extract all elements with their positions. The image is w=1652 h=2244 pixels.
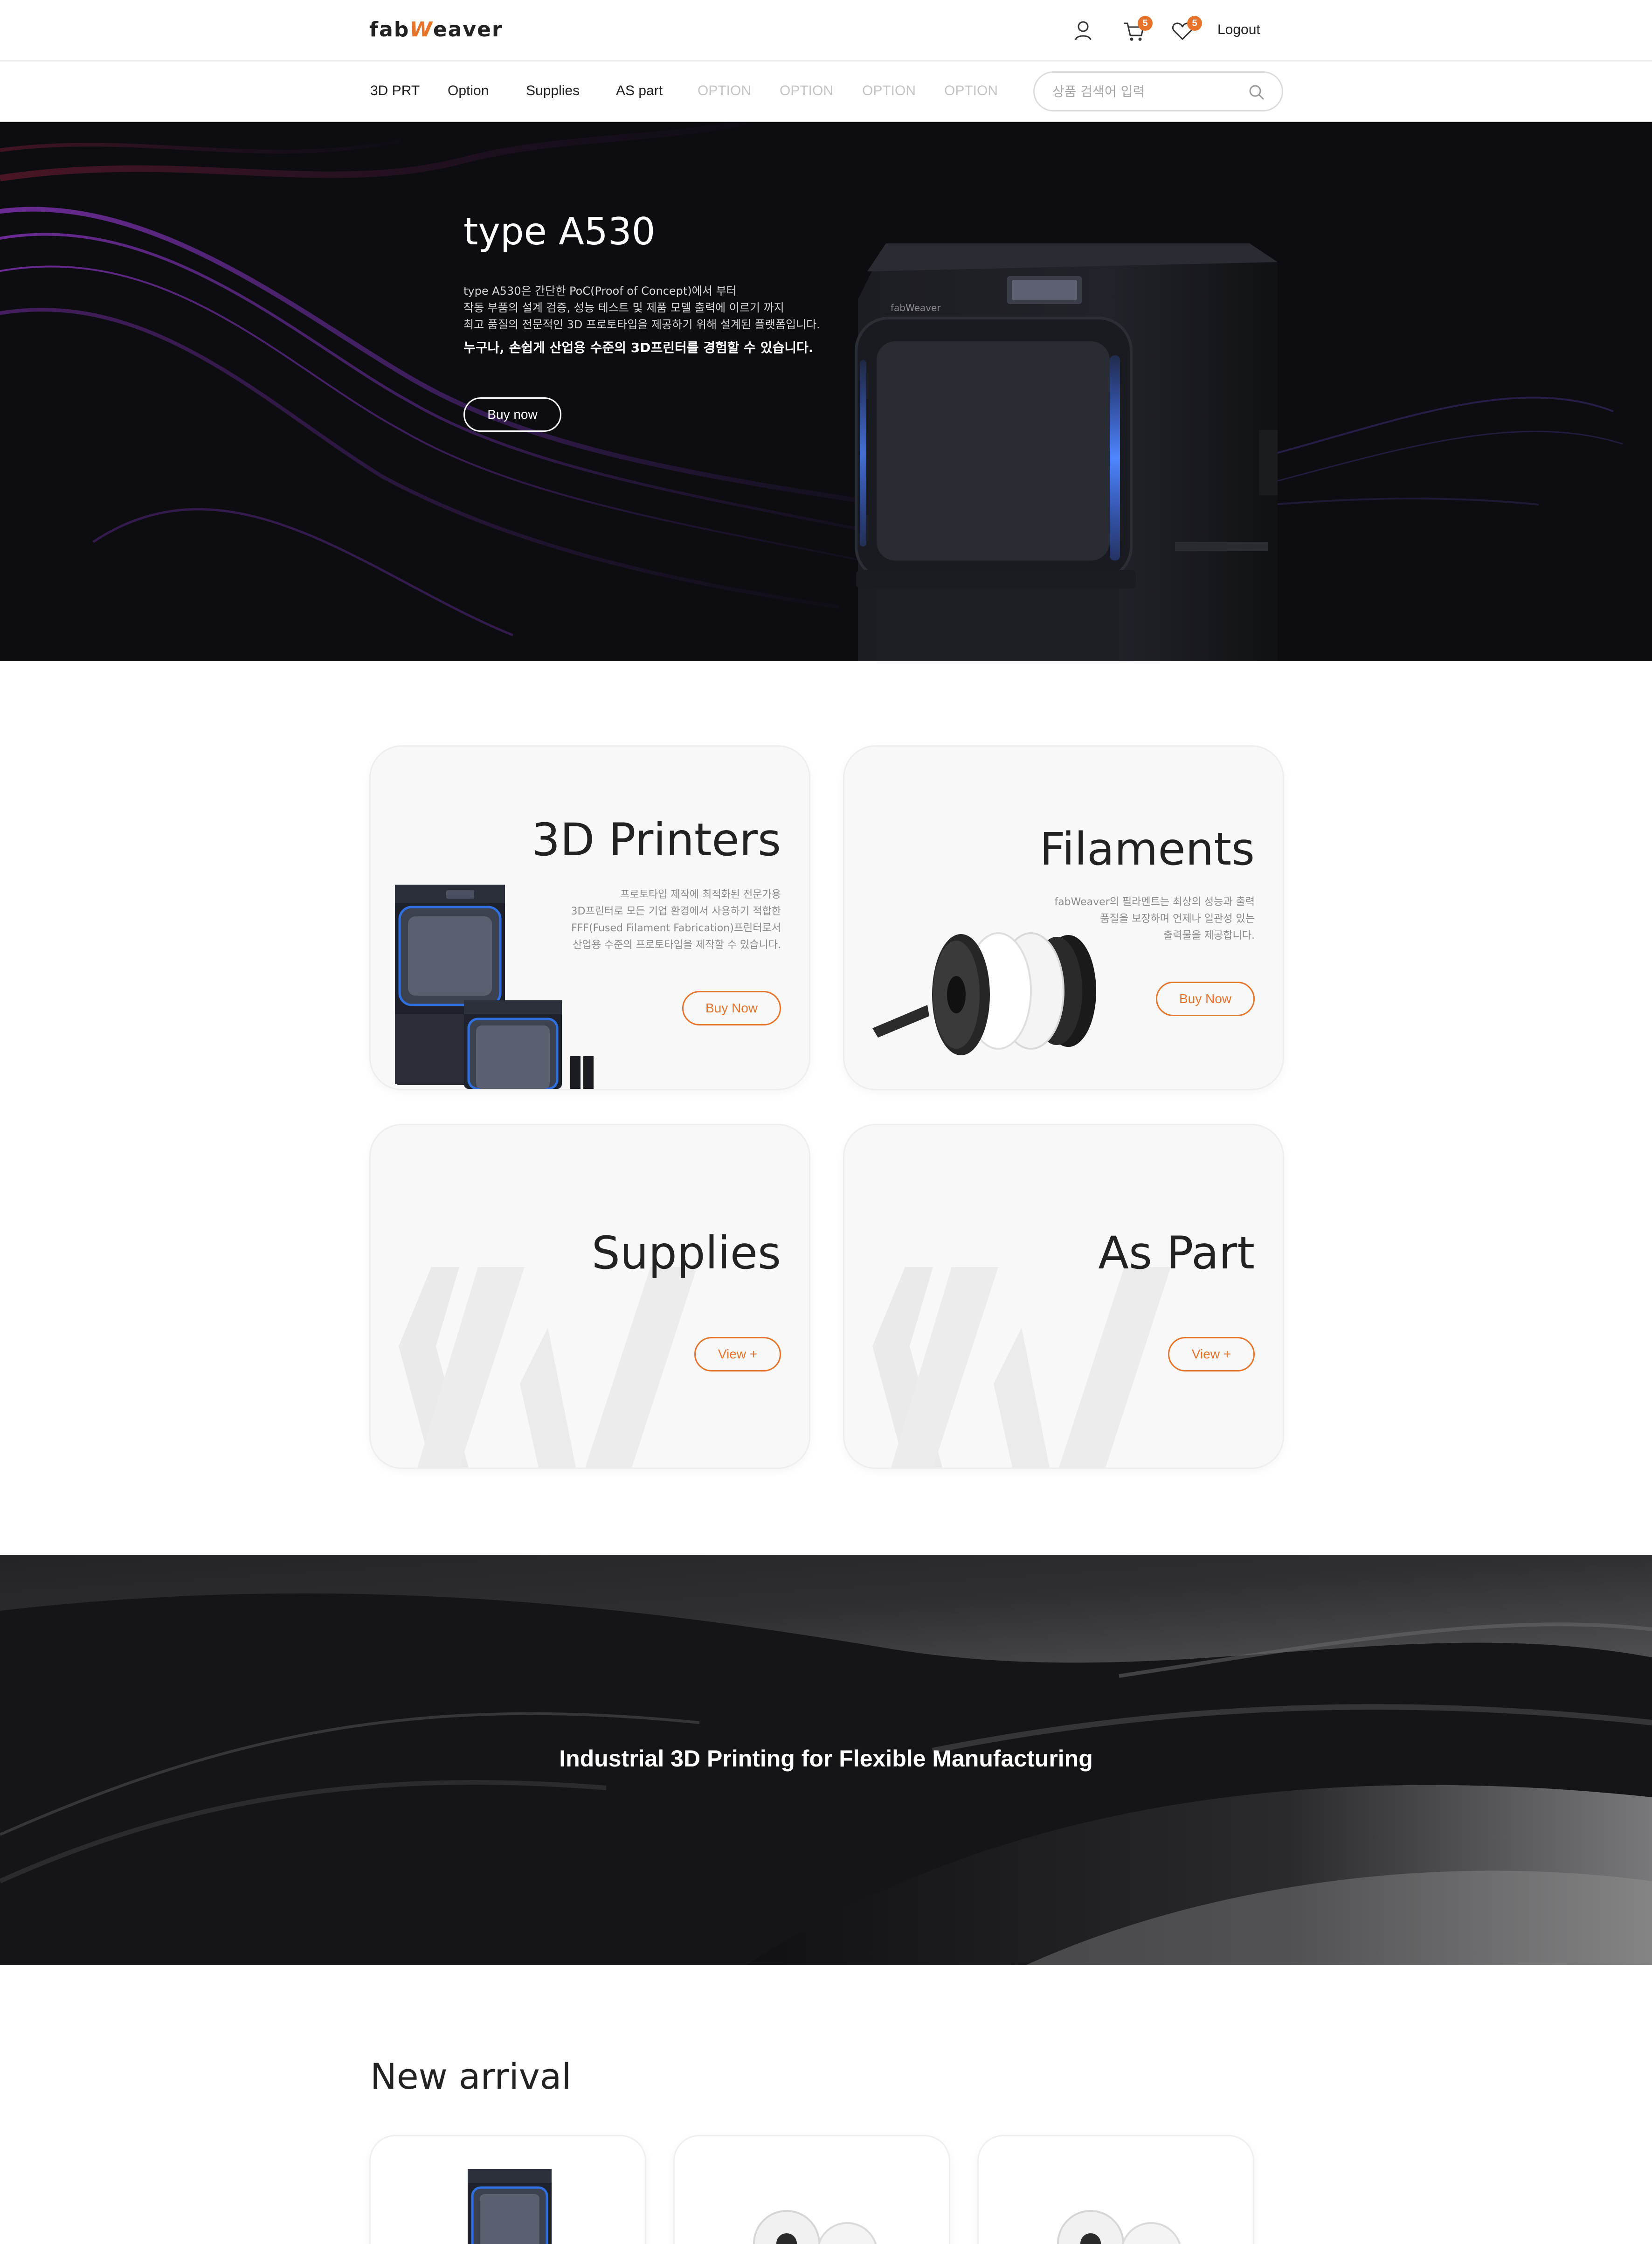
buy-now-button[interactable]: Buy Now — [682, 991, 781, 1025]
new-arrival-card[interactable] — [369, 2135, 646, 2244]
view-more-button[interactable]: View + — [1168, 1337, 1255, 1371]
nav-item-3d-prt[interactable]: 3D PRT — [370, 83, 420, 99]
fabweaver-logo[interactable]: fabWeaver — [369, 18, 503, 42]
hero-title: type A530 — [463, 210, 656, 253]
svg-text:fabWeaver: fabWeaver — [891, 302, 941, 313]
card-desc-line: 품질을 보장하며 언제나 일관성 있는 — [1100, 913, 1255, 925]
nav-item-option-placeholder[interactable]: OPTION — [944, 83, 998, 99]
industrial-banner: Industrial 3D Printing for Flexible Manu… — [0, 1555, 1652, 1965]
logout-link[interactable]: Logout — [1217, 22, 1260, 38]
new-arrival-card[interactable] — [977, 2135, 1254, 2244]
buy-now-button[interactable]: Buy Now — [1156, 982, 1255, 1016]
card-title: As Part — [1098, 1227, 1255, 1279]
product-thumbnail-filament — [1057, 2210, 1181, 2244]
wishlist-count-badge: 5 — [1187, 16, 1202, 31]
cart-count-badge: 5 — [1138, 16, 1153, 31]
nav-item-as-part[interactable]: AS part — [616, 83, 663, 99]
hero-background-art: fabWeaver — [0, 122, 1623, 661]
card-description: fabWeaver의 필라멘트는 최상의 성능과 출력 품질을 보장하며 언제나… — [1012, 894, 1255, 944]
hero-desc-line: type A530은 간단한 PoC(Proof of Concept)에서 부… — [463, 284, 737, 298]
category-card-3d-printers[interactable]: 3D Printers 프로토타입 제작에 최적화된 전문가용 3D프린터로 모… — [369, 745, 810, 1090]
card-title: Filaments — [1039, 823, 1255, 875]
logo-text-fab: fab — [369, 18, 410, 42]
logo-text-eaver: eaver — [433, 18, 503, 42]
card-desc-line: FFF(Fused Filament Fabrication)프린터로서 — [571, 922, 781, 934]
card-desc-line: 프로토타입 제작에 최적화된 전문가용 — [620, 889, 781, 900]
new-arrival-title: New arrival — [370, 2056, 572, 2097]
product-thumbnail-printer — [468, 2169, 552, 2244]
printer-illustration: fabWeaver — [855, 243, 1278, 661]
category-card-filaments[interactable]: Filaments fabWeaver의 필라멘트는 최상의 성능과 출력 품질… — [843, 745, 1284, 1090]
nav-item-option[interactable]: Option — [448, 83, 489, 99]
hero-tagline: 누구나, 손쉽게 산업용 수준의 3D프린터를 경험할 수 있습니다. — [463, 340, 814, 355]
card-description: 프로토타입 제작에 최적화된 전문가용 3D프린터로 모든 기업 환경에서 사용… — [539, 887, 781, 954]
category-card-as-part[interactable]: As Part View + — [843, 1124, 1284, 1469]
buy-now-button[interactable]: Buy now — [463, 397, 561, 432]
nav-item-option-placeholder[interactable]: OPTION — [862, 83, 916, 99]
card-desc-line: 출력물을 제공합니다. — [1163, 930, 1255, 942]
card-desc-line: 산업용 수준의 프로토타입을 제작할 수 있습니다. — [573, 939, 781, 951]
brand-w-watermark — [399, 1267, 697, 1468]
brand-w-watermark — [872, 1267, 1171, 1468]
new-arrival-card[interactable] — [673, 2135, 950, 2244]
product-thumbnail-filament — [753, 2210, 877, 2244]
search-box — [1033, 71, 1283, 111]
card-title: Supplies — [591, 1227, 781, 1279]
main-nav: 3D PRT Option Supplies AS part OPTION OP… — [0, 62, 1652, 122]
top-header: fabWeaver 5 5 Logout — [0, 0, 1652, 62]
hero-desc-line: 최고 품질의 전문적인 3D 프로토타입을 제공하기 위해 설계된 플랫폼입니다… — [463, 318, 820, 331]
card-title: 3D Printers — [532, 814, 781, 866]
search-icon[interactable] — [1247, 83, 1266, 102]
logo-text-w: W — [409, 18, 433, 42]
nav-item-option-placeholder[interactable]: OPTION — [780, 83, 833, 99]
view-more-button[interactable]: View + — [694, 1337, 781, 1371]
user-icon[interactable] — [1070, 18, 1096, 44]
card-desc-line: 3D프린터로 모든 기업 환경에서 사용하기 적합한 — [571, 906, 781, 917]
nav-item-option-placeholder[interactable]: OPTION — [698, 83, 751, 99]
hero-desc-line: 작동 부품의 설계 검증, 성능 테스트 및 제품 모델 출력에 이르기 까지 — [463, 301, 784, 314]
category-card-supplies[interactable]: Supplies View + — [369, 1124, 810, 1469]
hero-banner: fabWeaver type A530 type A530은 간단한 PoC(P… — [0, 122, 1652, 661]
hero-description: type A530은 간단한 PoC(Proof of Concept)에서 부… — [463, 283, 820, 333]
nav-item-supplies[interactable]: Supplies — [526, 83, 580, 99]
card-desc-line: fabWeaver의 필라멘트는 최상의 성능과 출력 — [1054, 896, 1255, 908]
search-input[interactable] — [1052, 81, 1239, 102]
banner-headline: Industrial 3D Printing for Flexible Manu… — [559, 1745, 1093, 1772]
